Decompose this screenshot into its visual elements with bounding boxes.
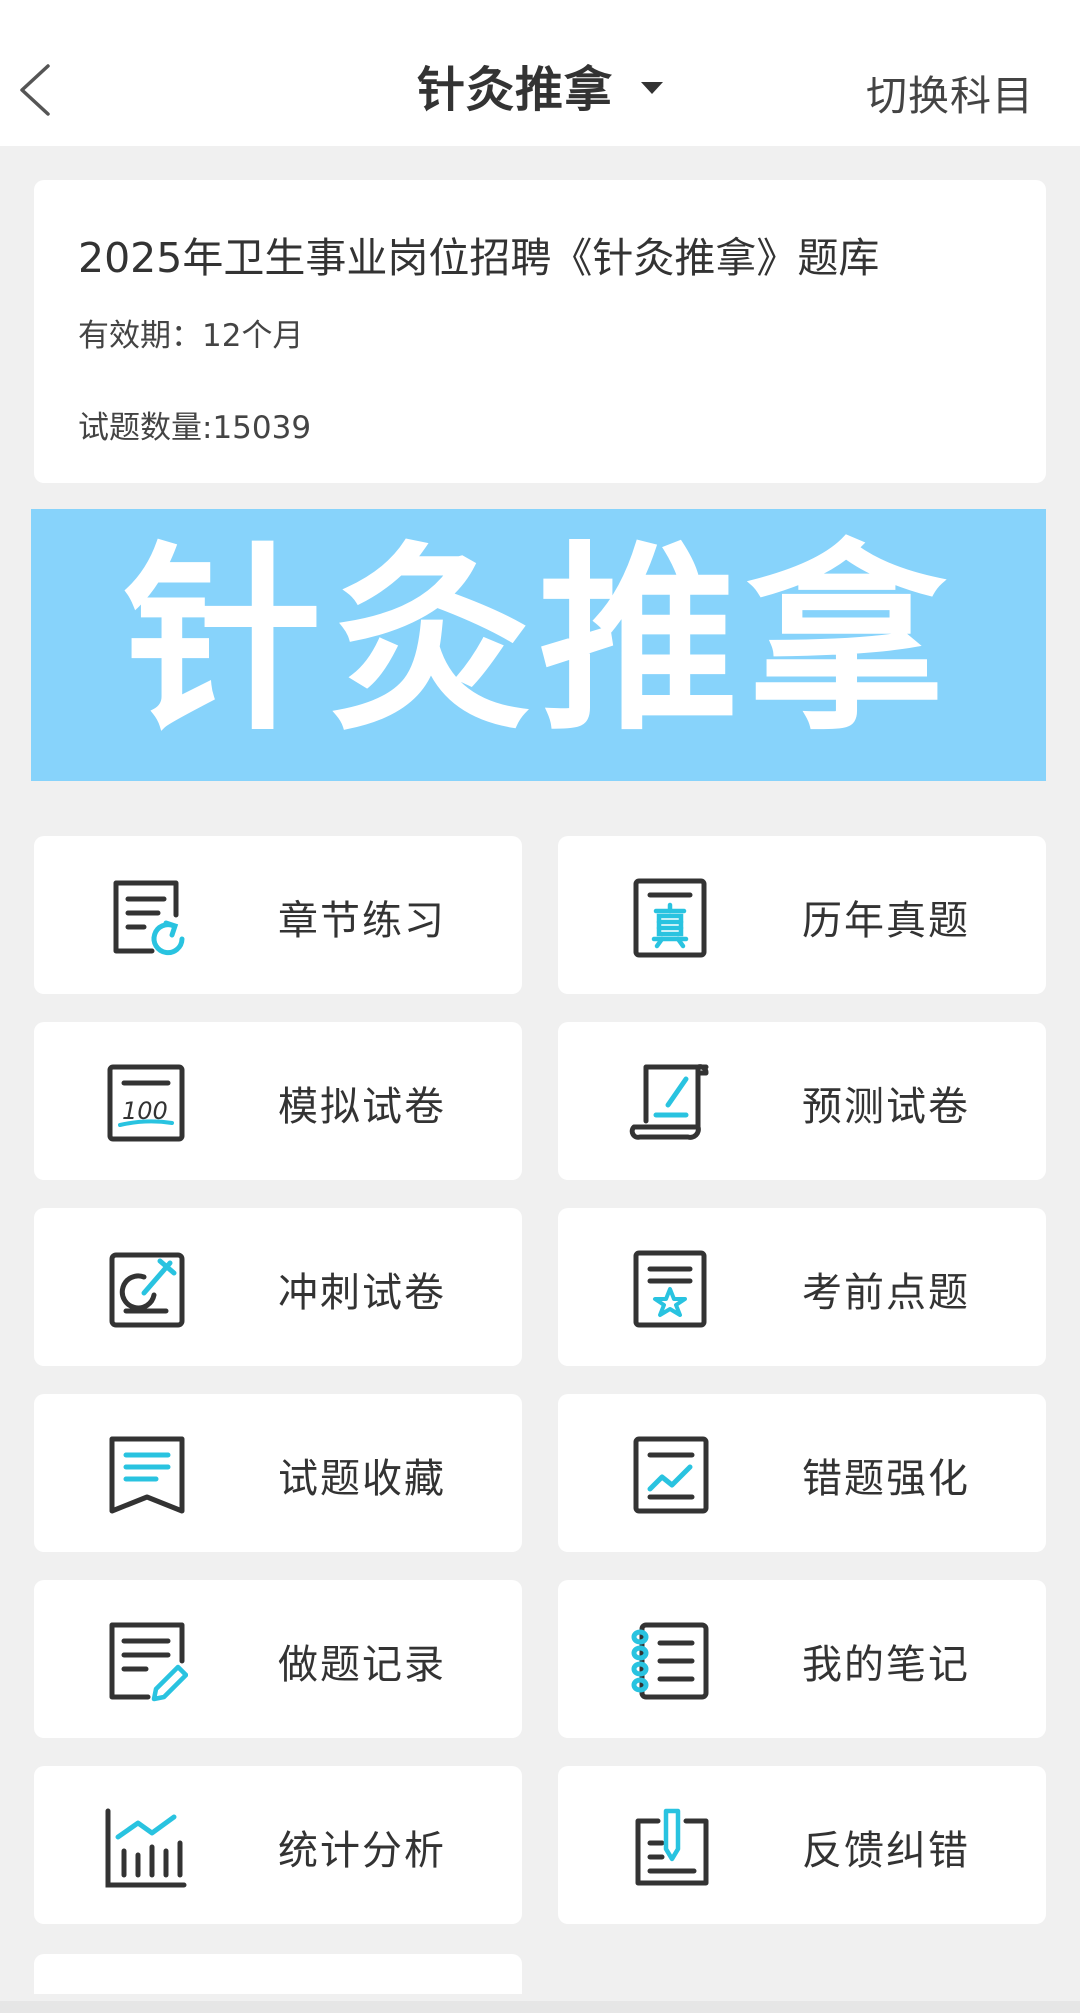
pre-exam-tips-icon: [628, 1247, 712, 1331]
page-title: 针灸推拿: [416, 62, 613, 118]
question-bank-info-card: 2025年卫生事业岗位招聘《针灸推拿》题库 有效期：12个月 试题数量:1503…: [34, 180, 1046, 483]
menu-partial-tile[interactable]: [34, 1954, 522, 1994]
menu-label: 模拟试卷: [278, 1084, 446, 1130]
menu-practice-record[interactable]: 做题记录: [34, 1580, 522, 1738]
my-notes-icon: [628, 1619, 712, 1703]
menu-feedback[interactable]: 反馈纠错: [558, 1766, 1046, 1924]
favorites-icon: [104, 1433, 188, 1517]
menu-label: 历年真题: [802, 898, 970, 944]
menu-prediction-exam[interactable]: 预测试卷: [558, 1022, 1046, 1180]
menu-label: 统计分析: [278, 1828, 446, 1874]
chapter-practice-icon: [104, 875, 188, 959]
menu-favorites[interactable]: 试题收藏: [34, 1394, 522, 1552]
menu-sprint-exam[interactable]: 冲刺试卷: [34, 1208, 522, 1366]
menu-mock-exam[interactable]: 100 模拟试卷: [34, 1022, 522, 1180]
menu-label: 试题收藏: [278, 1456, 446, 1502]
menu-label: 冲刺试卷: [278, 1270, 446, 1316]
menu-label: 反馈纠错: [802, 1828, 970, 1874]
subject-banner: 针灸推拿: [31, 509, 1046, 781]
wrong-questions-icon: [628, 1433, 712, 1517]
menu-label: 考前点题: [802, 1270, 970, 1316]
menu-label: 错题强化: [802, 1456, 970, 1502]
menu-label: 预测试卷: [802, 1084, 970, 1130]
prediction-exam-icon: [628, 1061, 712, 1145]
menu-label: 章节练习: [278, 898, 446, 944]
bottom-edge: [0, 2001, 1080, 2013]
switch-subject-button[interactable]: 切换科目: [866, 62, 1034, 122]
menu-statistics[interactable]: 统计分析: [34, 1766, 522, 1924]
question-bank-title: 2025年卫生事业岗位招聘《针灸推拿》题库: [78, 234, 880, 282]
caret-down-icon: [641, 82, 663, 94]
question-count: 试题数量:15039: [78, 410, 312, 446]
practice-record-icon: [104, 1619, 188, 1703]
mock-exam-icon: 100: [104, 1061, 188, 1145]
sprint-exam-icon: [104, 1247, 188, 1331]
feedback-icon: [628, 1805, 712, 1889]
past-exams-icon: [628, 875, 712, 959]
validity-period: 有效期：12个月: [78, 318, 304, 354]
menu-past-exams[interactable]: 历年真题: [558, 836, 1046, 994]
menu-my-notes[interactable]: 我的笔记: [558, 1580, 1046, 1738]
menu-pre-exam-tips[interactable]: 考前点题: [558, 1208, 1046, 1366]
statistics-icon: [104, 1805, 188, 1889]
menu-chapter-practice[interactable]: 章节练习: [34, 836, 522, 994]
header-bar: 针灸推拿 切换科目: [0, 0, 1080, 146]
menu-wrong-questions[interactable]: 错题强化: [558, 1394, 1046, 1552]
menu-label: 做题记录: [278, 1642, 446, 1688]
menu-label: 我的笔记: [802, 1642, 970, 1688]
banner-text: 针灸推拿: [122, 525, 955, 758]
